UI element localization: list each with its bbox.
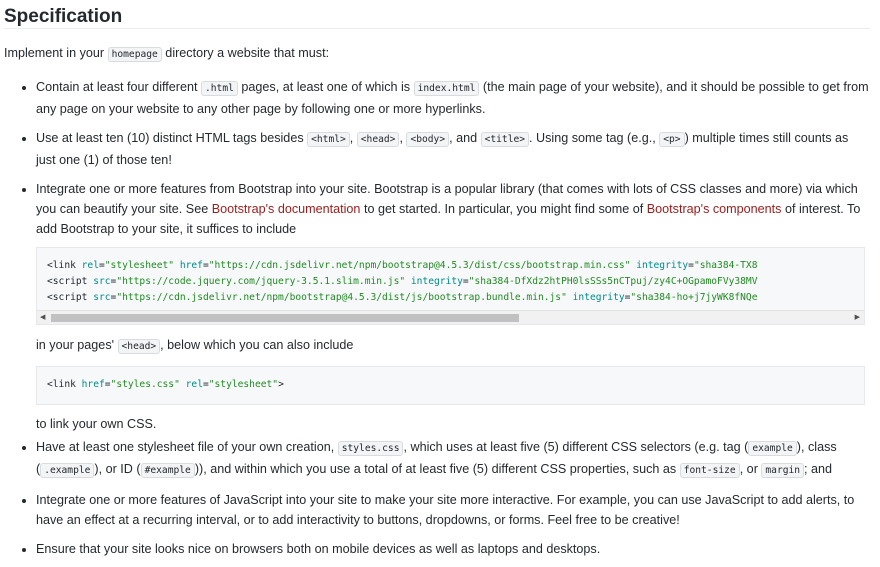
list-item: Contain at least four different .html pa…: [36, 77, 870, 119]
code-attr: src: [93, 276, 111, 287]
text: in your pages': [36, 338, 118, 352]
scroll-left-arrow-icon[interactable]: ◀: [40, 311, 45, 324]
inline-code: <html>: [307, 132, 350, 147]
intro-paragraph: Implement in your homepage directory a w…: [4, 44, 870, 64]
code-string: "https://cdn.jsdelivr.net/npm/bootstrap@…: [116, 292, 567, 303]
list-item: Use at least ten (10) distinct HTML tags…: [36, 128, 870, 170]
inline-code: <head>: [356, 132, 400, 147]
text: , and: [449, 131, 481, 145]
code-line: <script src="https://code.jquery.com/jqu…: [47, 276, 757, 287]
code-tag: <link: [47, 260, 82, 271]
code-line: <link href="styles.css" rel="stylesheet"…: [47, 379, 284, 390]
scroll-right-arrow-icon[interactable]: ▶: [855, 311, 860, 324]
inline-code: .html: [201, 81, 238, 96]
inline-code: #example: [140, 463, 195, 478]
text: Implement in your: [4, 46, 108, 60]
code-tag: <script: [47, 276, 94, 287]
bootstrap-paragraph: Integrate one or more features from Boot…: [36, 179, 870, 239]
text: Ensure that your site looks nice on brow…: [36, 542, 601, 556]
text: to get started. In particular, you might…: [360, 202, 647, 216]
code-block-bootstrap[interactable]: <link rel="stylesheet" href="https://cdn…: [36, 247, 865, 325]
text: . Using some tag (e.g.,: [529, 131, 660, 145]
code-line: <script src="https://cdn.jsdelivr.net/np…: [47, 292, 757, 303]
inline-code: .example: [40, 463, 95, 478]
code-lines: <link href="styles.css" rel="stylesheet"…: [37, 367, 864, 404]
inline-code: styles.css: [337, 441, 404, 456]
code-line: <link rel="stylesheet" href="https://cdn…: [47, 260, 758, 271]
inline-code: font-size: [679, 463, 740, 478]
document: Specification Implement in your homepage…: [0, 0, 870, 559]
text: , below which you can also include: [160, 338, 354, 352]
inline-code: index.html: [413, 81, 480, 96]
text: , which uses at least five (5) different…: [403, 440, 749, 454]
code-string: "https://code.jquery.com/jquery-3.5.1.sl…: [116, 276, 406, 287]
inline-code: margin: [761, 463, 805, 478]
code-string: "styles.css": [110, 379, 180, 390]
code-string: "stylesheet": [208, 379, 279, 390]
text: , or: [739, 462, 762, 476]
code-string: "sha384-DfXdz2htPH0lsSSs5nCTpuj/zy4C+OGp…: [468, 276, 758, 287]
text: directory a website that must:: [161, 46, 330, 60]
text: Contain at least four different: [36, 80, 201, 94]
text: ; and: [804, 462, 833, 476]
code-lines: <link rel="stylesheet" href="https://cdn…: [37, 248, 864, 310]
code-attr: integrity: [572, 292, 625, 303]
code-block-styles[interactable]: <link href="styles.css" rel="stylesheet"…: [36, 366, 865, 405]
list-item: Integrate one or more features from Boot…: [36, 179, 870, 432]
code-attr: integrity: [410, 276, 463, 287]
horizontal-scrollbar[interactable]: ◀ ▶: [37, 310, 864, 324]
code-attr: rel: [185, 379, 203, 390]
inline-code: homepage: [107, 47, 162, 62]
requirements-list: Contain at least four different .html pa…: [4, 77, 870, 559]
list-item: Ensure that your site looks nice on brow…: [36, 539, 870, 559]
inline-code: example: [748, 441, 797, 456]
scrollbar-thumb[interactable]: [51, 314, 519, 322]
inline-code: <p>: [659, 132, 685, 147]
code-string: "sha384-ho+j7jyWK8fNQe: [630, 292, 758, 303]
code-attr: rel: [81, 260, 99, 271]
code-attr: integrity: [636, 260, 689, 271]
list-item: Integrate one or more features of JavaSc…: [36, 490, 870, 530]
inline-code: <head>: [117, 339, 161, 354]
page-title: Specification: [4, 0, 870, 29]
code-attr: href: [81, 379, 105, 390]
head-paragraph: in your pages' <head>, below which you c…: [36, 337, 870, 355]
code-attr: src: [93, 292, 111, 303]
text: ), or ID (: [94, 462, 141, 476]
code-attr: href: [179, 260, 203, 271]
inline-code: <body>: [406, 132, 450, 147]
inline-code: <title>: [480, 132, 530, 147]
code-string: "stylesheet": [104, 260, 175, 271]
bootstrap-components-link[interactable]: Bootstrap's components: [647, 202, 782, 216]
bootstrap-documentation-link[interactable]: Bootstrap's documentation: [212, 202, 361, 216]
text: Have at least one stylesheet file of you…: [36, 440, 338, 454]
list-item: Have at least one stylesheet file of you…: [36, 437, 870, 481]
text: ,: [349, 131, 357, 145]
link-css-paragraph: to link your own CSS.: [36, 417, 157, 431]
code-tag: <script: [47, 292, 94, 303]
code-string: "sha384-TX8: [693, 260, 758, 271]
code-tag: >: [278, 379, 284, 390]
text: Use at least ten (10) distinct HTML tags…: [36, 131, 308, 145]
text: )), and within which you use a total of …: [194, 462, 680, 476]
text: Integrate one or more features of JavaSc…: [36, 493, 855, 527]
code-string: "https://cdn.jsdelivr.net/npm/bootstrap@…: [208, 260, 631, 271]
text: pages, at least one of which is: [237, 80, 414, 94]
code-tag: <link: [47, 379, 82, 390]
